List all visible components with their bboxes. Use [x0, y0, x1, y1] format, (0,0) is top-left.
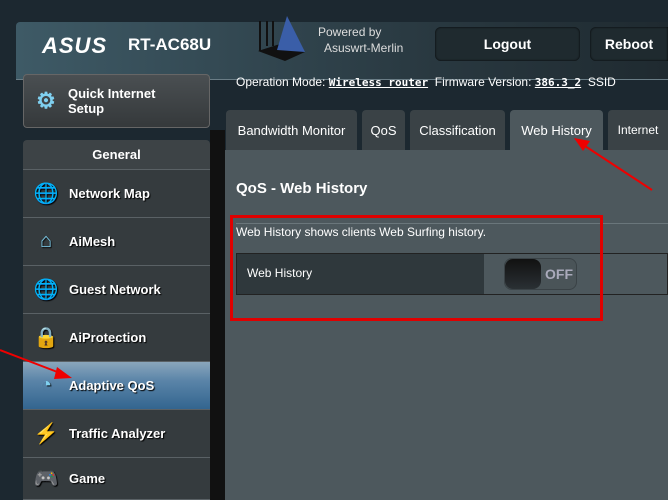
pulse-icon: ⚡ — [33, 423, 59, 445]
powered-by-label: Powered by — [318, 25, 382, 39]
guest-network-icon: 🌐 — [33, 279, 59, 301]
shield-lock-icon: 🔒 — [33, 327, 59, 349]
sidebar-item-aiprotection[interactable]: 🔒 AiProtection — [23, 314, 210, 362]
sidebar-item-traffic-analyzer[interactable]: ⚡ Traffic Analyzer — [23, 410, 210, 458]
asus-logo: ASUS — [42, 33, 108, 58]
status-line: Operation Mode: Wireless router Firmware… — [236, 75, 616, 89]
tab-internet[interactable]: Internet — [608, 110, 668, 150]
divider — [210, 130, 225, 500]
globe-pin-icon: 🌐 — [33, 183, 59, 205]
aimesh-icon: ⌂ — [39, 230, 53, 252]
merlin-logo-icon — [258, 16, 305, 61]
tab-bandwidth-monitor[interactable]: Bandwidth Monitor — [226, 110, 357, 150]
sidebar-item-label: Network Map — [69, 186, 150, 201]
sidebar-item-network-map[interactable]: 🌐 Network Map — [23, 170, 210, 218]
quick-setup-label: Quick Internet Setup — [68, 86, 156, 116]
powered-by: Powered by Asuswrt-Merlin — [318, 24, 403, 56]
quick-internet-setup-button[interactable]: ⚙ Quick Internet Setup — [23, 74, 210, 128]
op-mode-label: Operation Mode: — [236, 75, 326, 89]
sidebar-item-label: Adaptive QoS — [69, 378, 155, 393]
speedometer-icon: ◔ — [39, 374, 53, 396]
sidebar-item-guest-network[interactable]: 🌐 Guest Network — [23, 266, 210, 314]
ssid-label: SSID — [587, 75, 616, 89]
sidebar-item-label: AiProtection — [69, 330, 147, 345]
tab-qos[interactable]: QoS — [362, 110, 405, 150]
tab-web-history[interactable]: Web History — [510, 110, 603, 150]
gear-wrench-icon: ⚙ — [36, 88, 56, 113]
sidebar-item-label: Game — [69, 471, 106, 486]
gamepad-icon: 🎮 — [33, 468, 59, 490]
sidebar-item-aimesh[interactable]: ⌂ AiMesh — [23, 218, 210, 266]
op-mode-link[interactable]: Wireless router — [329, 76, 428, 89]
fw-link[interactable]: 386.3_2 — [535, 76, 581, 89]
sidebar-item-label: Guest Network — [69, 282, 161, 297]
highlight-box — [230, 215, 603, 321]
sidebar-item-game[interactable]: 🎮 Game — [23, 458, 210, 500]
sidebar-section-general: General — [23, 140, 210, 170]
reboot-button[interactable]: Reboot — [590, 27, 668, 61]
sidebar-item-label: Traffic Analyzer — [69, 426, 166, 441]
fw-label: Firmware Version: — [434, 75, 532, 89]
logout-button[interactable]: Logout — [435, 27, 580, 61]
model-name: RT-AC68U — [128, 35, 212, 54]
page-title: QoS - Web History — [236, 180, 368, 197]
sidebar-item-adaptive-qos[interactable]: ◔ Adaptive QoS — [23, 362, 210, 410]
content-panel — [225, 150, 668, 500]
firmware-name: Asuswrt-Merlin — [324, 41, 404, 55]
tab-classification[interactable]: Classification — [410, 110, 505, 150]
sidebar-item-label: AiMesh — [69, 234, 116, 249]
